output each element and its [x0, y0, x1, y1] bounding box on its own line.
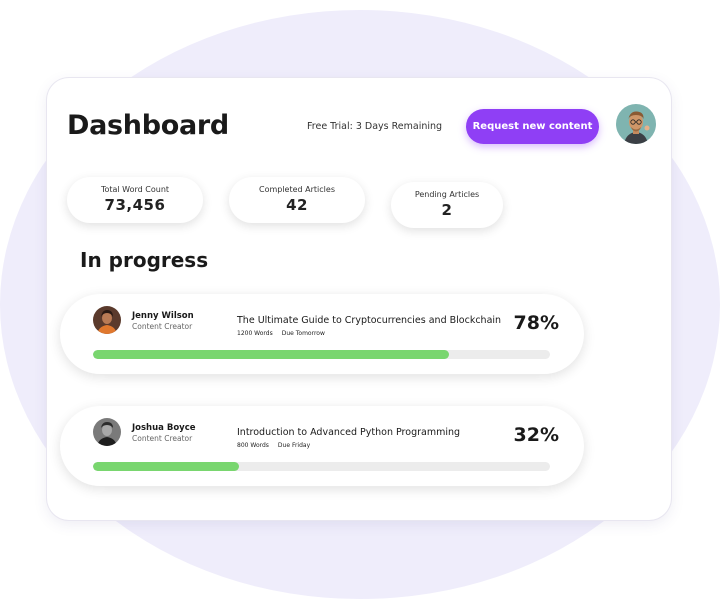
author-name: Jenny Wilson: [132, 311, 194, 321]
article-title[interactable]: The Ultimate Guide to Cryptocurrencies a…: [237, 315, 501, 326]
stat-value: 73,456: [104, 196, 166, 214]
author-role: Content Creator: [132, 434, 193, 443]
user-avatar[interactable]: [616, 104, 656, 144]
word-count: 800 Words: [237, 442, 269, 449]
trial-status: Free Trial: 3 Days Remaining: [307, 121, 443, 132]
stat-value: 2: [441, 201, 453, 219]
article-meta: 800 Words Due Friday: [237, 442, 310, 449]
stat-label: Total Word Count: [100, 185, 170, 194]
word-count: 1200 Words: [237, 330, 273, 337]
author-avatar: [93, 418, 121, 446]
stat-label: Pending Articles: [414, 190, 480, 199]
progress-bar: [93, 462, 550, 471]
page-title: Dashboard: [67, 110, 229, 141]
stat-total-word-count: Total Word Count 73,456: [67, 177, 203, 223]
due-date: Due Tomorrow: [281, 330, 325, 337]
stat-completed-articles: Completed Articles 42: [229, 177, 365, 223]
progress-percent: 32%: [513, 424, 559, 446]
article-title[interactable]: Introduction to Advanced Python Programm…: [237, 427, 460, 438]
author-name: Joshua Boyce: [132, 423, 196, 433]
progress-bar: [93, 350, 550, 359]
progress-fill: [93, 350, 450, 359]
stat-value: 42: [286, 196, 308, 214]
in-progress-heading: In progress: [80, 248, 209, 272]
progress-fill: [93, 462, 240, 471]
article-meta: 1200 Words Due Tomorrow: [237, 330, 325, 337]
stat-pending-articles: Pending Articles 2: [391, 182, 503, 228]
task-card[interactable]: Joshua Boyce Content Creator Introductio…: [60, 406, 584, 486]
task-card[interactable]: Jenny Wilson Content Creator The Ultimat…: [60, 294, 584, 374]
stat-label: Completed Articles: [258, 185, 335, 194]
request-content-button[interactable]: Request new content: [466, 109, 599, 144]
progress-percent: 78%: [513, 312, 559, 334]
author-avatar: [93, 306, 121, 334]
due-date: Due Friday: [277, 442, 311, 449]
author-role: Content Creator: [132, 322, 193, 331]
